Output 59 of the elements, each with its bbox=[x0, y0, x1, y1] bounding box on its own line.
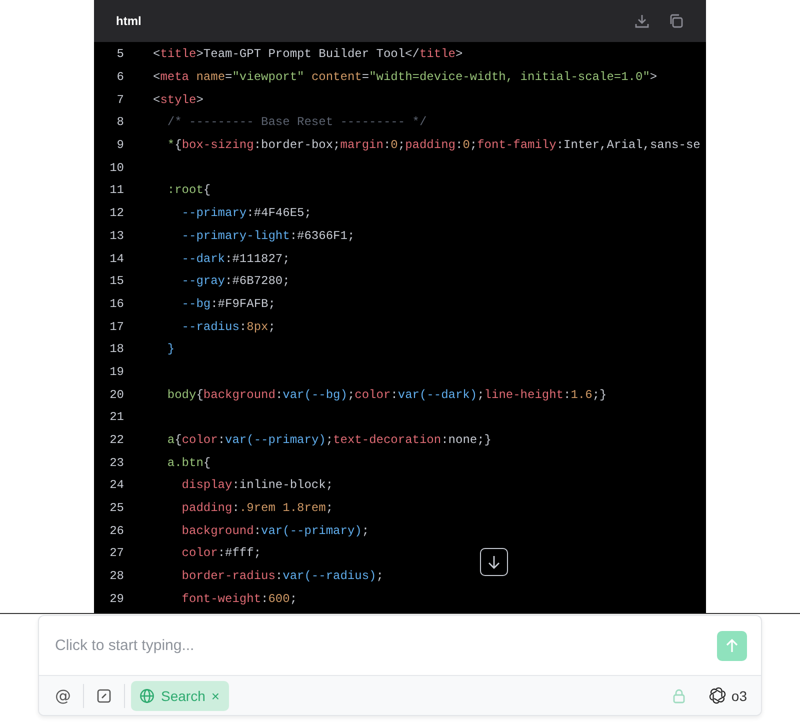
code-line: --dark:#111827; bbox=[180, 252, 290, 266]
globe-icon bbox=[139, 688, 155, 704]
code-line: --primary-light:#6366F1; bbox=[180, 228, 355, 243]
line-number: 8 bbox=[116, 115, 124, 130]
code-line: } bbox=[166, 342, 175, 356]
line-number: 15 bbox=[108, 274, 124, 288]
line-number: 25 bbox=[108, 501, 124, 516]
code-line: /* --------- Base Reset --------- */ bbox=[166, 115, 427, 130]
code-line: *{box-sizing:border-box;margin:0;padding:0;font-family:Inter,Arial,sans-se bbox=[166, 138, 700, 152]
mention-button[interactable]: @ bbox=[49, 686, 77, 705]
code-line: --gray:#6B7280; bbox=[180, 274, 290, 288]
line-number: 11 bbox=[108, 183, 124, 198]
line-number: 29 bbox=[108, 592, 124, 606]
message-input[interactable]: Click to start typing... bbox=[55, 637, 717, 654]
line-number: 19 bbox=[108, 364, 124, 379]
line-number: 9 bbox=[116, 138, 124, 152]
line-number: 26 bbox=[108, 524, 124, 538]
code-line: --primary:#4F46E5; bbox=[180, 206, 312, 220]
line-number: 18 bbox=[108, 342, 124, 356]
code-line: --bg:#F9FAFB; bbox=[180, 296, 276, 311]
line-number: 28 bbox=[108, 569, 124, 584]
code-line: <style> bbox=[153, 92, 204, 107]
line-number: 6 bbox=[116, 70, 124, 84]
code-line: background:var(--primary); bbox=[180, 524, 370, 538]
line-number: 7 bbox=[116, 92, 124, 107]
line-number: 10 bbox=[108, 160, 124, 175]
code-line: a{color:var(--primary);text-decoration:none;} bbox=[166, 433, 492, 448]
model-selector[interactable]: o3 bbox=[705, 687, 751, 704]
arrow-up-icon bbox=[724, 638, 740, 654]
code-line: <meta name="viewport" content="width=device-width, initial-scale=1.0"> bbox=[153, 70, 658, 84]
edit-icon bbox=[96, 688, 112, 704]
scroll-down-button[interactable] bbox=[480, 548, 508, 576]
line-number: 20 bbox=[108, 388, 124, 402]
code-line: font-weight:600; bbox=[180, 592, 298, 606]
language-label: html bbox=[116, 14, 142, 28]
line-number: 27 bbox=[108, 546, 124, 560]
line-number: 24 bbox=[108, 478, 124, 492]
code-line: color:#fff; bbox=[180, 546, 262, 560]
line-number: 16 bbox=[108, 296, 124, 311]
download-icon[interactable] bbox=[634, 13, 650, 29]
arrow-down-icon bbox=[486, 554, 502, 570]
line-number: 23 bbox=[108, 456, 124, 470]
line-number: 13 bbox=[108, 228, 124, 243]
line-number: 5 bbox=[116, 47, 124, 62]
code-line: body{background:var(--bg);color:var(--dark);line-height:1.6;} bbox=[166, 388, 607, 402]
line-number: 22 bbox=[108, 433, 124, 448]
code-line: padding:.9rem 1.8rem; bbox=[180, 501, 334, 516]
line-number: 21 bbox=[108, 410, 124, 424]
line-number: 12 bbox=[108, 206, 124, 220]
code-line: :root{ bbox=[166, 183, 211, 198]
code-line: --radius:8px; bbox=[180, 320, 276, 334]
code-line: <title>Team-GPT Prompt Builder Tool</title> bbox=[153, 47, 463, 62]
code-line: border-radius:var(--radius); bbox=[180, 569, 384, 584]
code-line: a.btn{ bbox=[166, 456, 211, 470]
line-number: 14 bbox=[108, 252, 124, 266]
knot-logo-icon bbox=[709, 687, 726, 704]
line-number: 17 bbox=[108, 320, 124, 334]
code-line: display:inline-block; bbox=[180, 478, 334, 492]
copy-icon[interactable] bbox=[668, 13, 684, 29]
